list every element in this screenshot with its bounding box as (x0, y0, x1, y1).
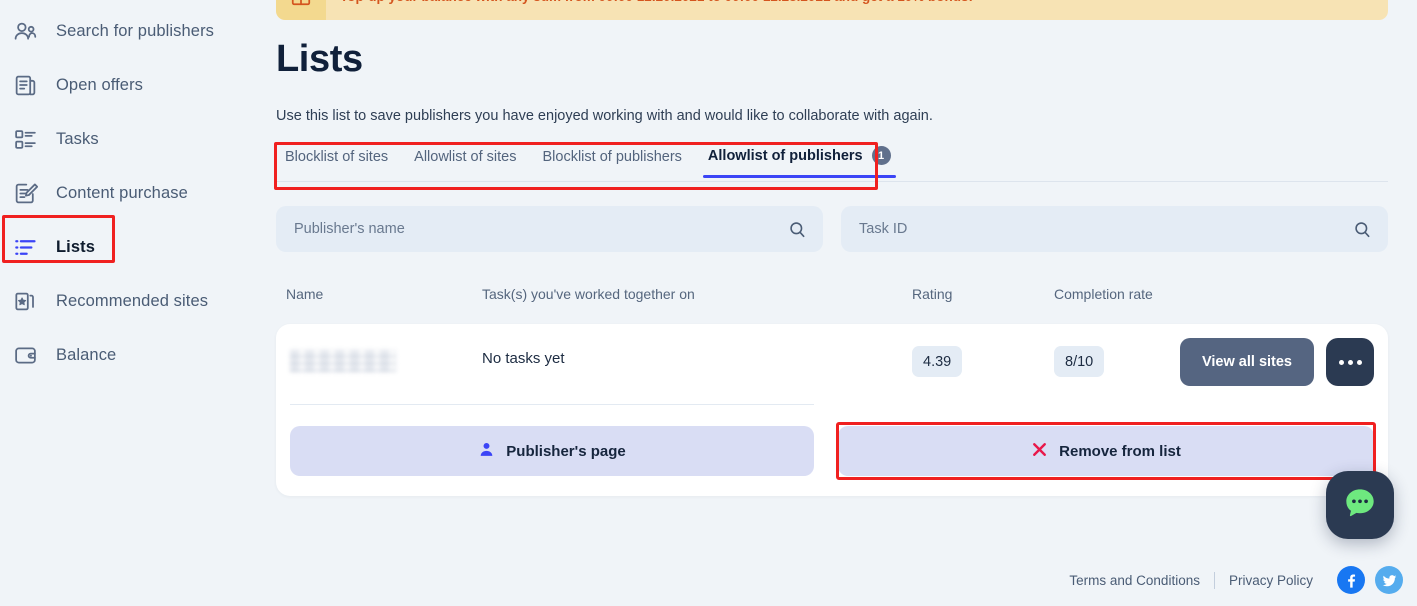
page-description: Use this list to save publishers you hav… (276, 108, 933, 124)
tab-blocklist-of-sites[interactable]: Blocklist of sites (276, 149, 401, 178)
sidebar-item-recommended-sites[interactable]: Recommended sites (0, 274, 272, 328)
sidebar-item-label: Recommended sites (56, 291, 209, 310)
twitter-icon[interactable] (1375, 566, 1403, 594)
promo-banner-text: Top-up your balance with any sum from 00… (326, 0, 973, 4)
row-tasks-value: No tasks yet (482, 350, 565, 367)
row-divider (290, 404, 814, 405)
tab-label: Blocklist of sites (285, 149, 389, 165)
main-content: Top-up your balance with any sum from 00… (272, 0, 1417, 606)
tab-allowlist-of-publishers[interactable]: Allowlist of publishers 1 (695, 146, 904, 178)
chat-bubble-icon (1341, 484, 1379, 527)
privacy-policy-link[interactable]: Privacy Policy (1215, 573, 1327, 588)
list-icon (12, 234, 38, 260)
column-header-name: Name (286, 286, 324, 302)
promo-banner[interactable]: Top-up your balance with any sum from 00… (276, 0, 1388, 20)
sidebar-item-content-purchase[interactable]: Content purchase (0, 166, 272, 220)
tab-allowlist-of-sites[interactable]: Allowlist of sites (401, 149, 529, 178)
document-icon (12, 72, 38, 98)
view-all-sites-button[interactable]: View all sites (1179, 338, 1314, 386)
column-header-rating: Rating (912, 286, 953, 302)
dot (1356, 359, 1362, 365)
task-id-input[interactable] (841, 206, 1388, 252)
document-edit-icon (12, 180, 38, 206)
sidebar-item-label: Balance (56, 345, 117, 364)
publisher-search-box[interactable] (276, 206, 823, 252)
sidebar-item-open-offers[interactable]: Open offers (0, 58, 272, 112)
page-title: Lists (276, 38, 363, 80)
checklist-icon (12, 126, 38, 152)
tabs-underline (276, 181, 1388, 182)
sidebar-item-tasks[interactable]: Tasks (0, 112, 272, 166)
dot (1347, 359, 1353, 365)
publishers-page-button[interactable]: Publisher's page (290, 426, 814, 476)
sidebar-item-label: Lists (56, 237, 96, 256)
remove-from-list-label: Remove from list (1059, 442, 1181, 460)
more-options-button[interactable] (1326, 338, 1374, 386)
publishers-page-label: Publisher's page (506, 442, 626, 460)
tab-label: Allowlist of sites (414, 149, 517, 165)
publisher-name-input[interactable] (276, 206, 823, 252)
sidebar-item-label: Content purchase (56, 183, 188, 202)
search-row (276, 206, 1388, 252)
x-icon (1031, 441, 1048, 462)
sidebar: Search for publishers Open offers Tasks (0, 0, 272, 606)
sidebar-item-label: Search for publishers (56, 21, 215, 40)
terms-and-conditions-link[interactable]: Terms and Conditions (1055, 573, 1214, 588)
row-rating-value: 4.39 (912, 346, 963, 377)
gift-icon (276, 0, 326, 20)
table-header: Name Task(s) you've worked together on R… (276, 286, 1388, 312)
column-header-completion-rate: Completion rate (1054, 286, 1153, 302)
facebook-icon[interactable] (1337, 566, 1365, 594)
publisher-name-redacted (290, 350, 396, 372)
star-pages-icon (12, 288, 38, 314)
sidebar-item-balance[interactable]: Balance (0, 328, 272, 382)
remove-from-list-button[interactable]: Remove from list (838, 426, 1374, 476)
sidebar-item-search-for-publishers[interactable]: Search for publishers (0, 4, 272, 58)
tabs-bar: Blocklist of sites Allowlist of sites Bl… (276, 146, 904, 178)
sidebar-item-label: Open offers (56, 75, 144, 94)
tab-badge-count: 1 (871, 146, 891, 165)
table-row: No tasks yet 4.39 8/10 View all sites (276, 324, 1388, 402)
dot (1338, 359, 1344, 365)
wallet-icon (12, 342, 38, 368)
footer: Terms and Conditions Privacy Policy (1055, 566, 1403, 594)
tab-label: Blocklist of publishers (542, 149, 682, 165)
task-search-box[interactable] (841, 206, 1388, 252)
sidebar-item-label: Tasks (56, 129, 99, 148)
chat-widget-button[interactable] (1326, 471, 1394, 539)
tab-label: Allowlist of publishers (707, 147, 863, 164)
users-icon (12, 18, 38, 44)
sidebar-item-lists[interactable]: Lists (0, 220, 272, 274)
tab-blocklist-of-publishers[interactable]: Blocklist of publishers (530, 149, 695, 178)
publisher-card: No tasks yet 4.39 8/10 View all sites Pu… (276, 324, 1388, 496)
person-icon (478, 441, 495, 462)
column-header-tasks: Task(s) you've worked together on (482, 286, 695, 302)
row-completion-rate-value: 8/10 (1054, 346, 1105, 377)
